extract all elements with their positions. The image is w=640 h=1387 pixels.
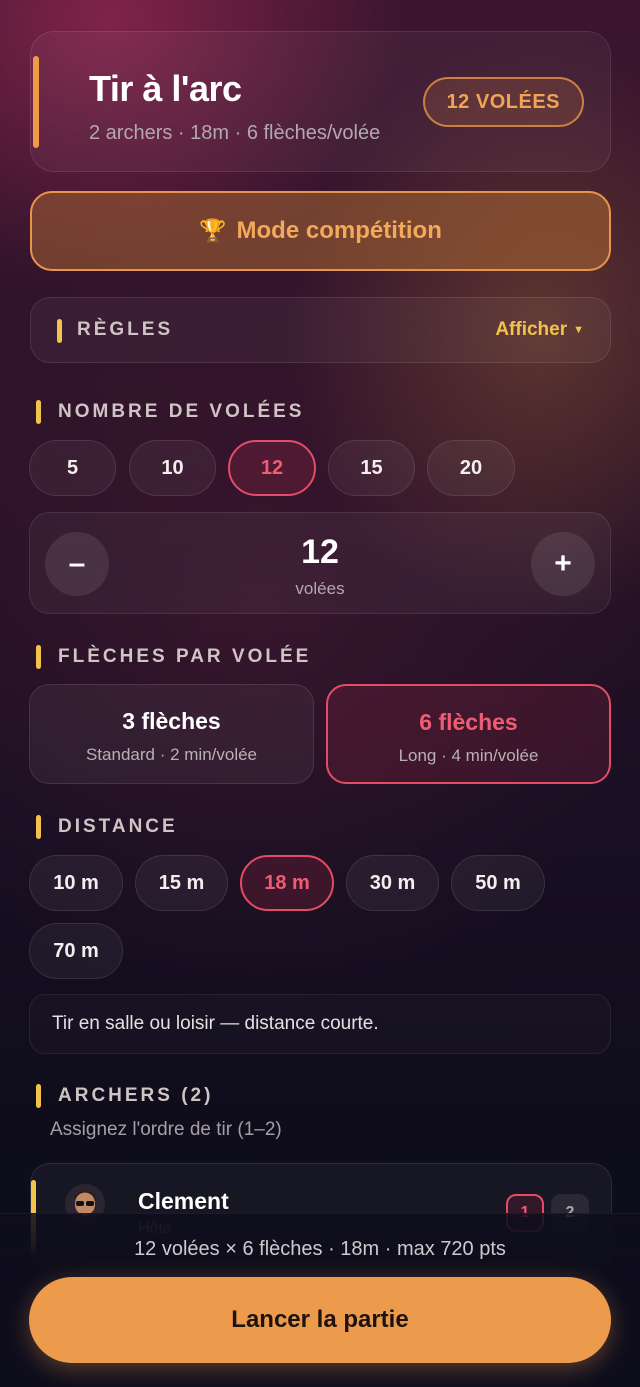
distance-option[interactable]: 50 m — [451, 855, 545, 911]
volleys-badge: 12 VOLÉES — [422, 77, 584, 127]
option-subtitle: Standard · 2 min/volée — [85, 745, 258, 764]
volley-option[interactable]: 15 — [328, 440, 415, 496]
section-header-archers: ARCHERS (2) — [36, 1084, 213, 1108]
section-title: DISTANCE — [58, 816, 178, 837]
rules-label: RÈGLES — [77, 319, 174, 340]
header-accent-bar — [33, 56, 39, 148]
game-subtitle: 2 archers · 18m · 6 flèches/volée — [89, 122, 381, 144]
trophy-icon: 🏆 — [199, 218, 227, 243]
distance-note-text: Tir en salle ou loisir — distance courte… — [52, 1013, 379, 1034]
arrows-option-3[interactable]: 3 flèches Standard · 2 min/volée — [29, 684, 314, 784]
section-header-arrows: FLÈCHES PAR VOLÉE — [36, 645, 311, 669]
launch-game-button[interactable]: Lancer la partie — [29, 1277, 611, 1363]
distance-option[interactable]: 30 m — [346, 855, 439, 911]
game-title: Tir à l'arc — [89, 68, 242, 109]
volley-option[interactable]: 10 — [129, 440, 216, 496]
section-title: ARCHERS (2) — [58, 1085, 214, 1106]
distance-option[interactable]: 70 m — [29, 923, 123, 979]
volley-stepper: – 12 volées + — [29, 512, 611, 614]
option-title: 3 flèches — [122, 708, 221, 734]
section-header-distance: DISTANCE — [36, 815, 178, 839]
section-title: NOMBRE DE VOLÉES — [58, 401, 305, 422]
rules-panel: RÈGLES Afficher ▼ — [30, 297, 611, 363]
section-accent-bar — [36, 815, 41, 839]
distance-option[interactable]: 10 m — [29, 855, 123, 911]
section-accent-bar — [36, 400, 41, 424]
option-title: 6 flèches — [419, 709, 518, 735]
caret-down-icon: ▼ — [573, 323, 584, 336]
section-title: FLÈCHES PAR VOLÉE — [58, 646, 312, 667]
increment-button[interactable]: + — [531, 532, 595, 596]
game-header-card: Tir à l'arc 2 archers · 18m · 6 flèches/… — [30, 31, 611, 172]
competition-mode-label: Mode compétition — [236, 217, 442, 244]
volley-option-selected[interactable]: 12 — [228, 440, 316, 496]
rules-toggle-label: Afficher — [495, 319, 568, 340]
volley-option[interactable]: 20 — [427, 440, 515, 496]
rules-toggle[interactable]: Afficher ▼ — [495, 319, 584, 341]
distance-option[interactable]: 15 m — [135, 855, 228, 911]
stepper-value: 12 — [301, 533, 339, 571]
option-subtitle: Long · 4 min/volée — [398, 746, 539, 765]
bottom-action-bar: 12 volées × 6 flèches · 18m · max 720 pt… — [0, 1213, 640, 1387]
stepper-unit: volées — [295, 579, 345, 598]
game-summary: 12 volées × 6 flèches · 18m · max 720 pt… — [134, 1238, 506, 1260]
competition-mode-button[interactable]: 🏆 Mode compétition — [30, 191, 611, 271]
arrows-option-6-selected[interactable]: 6 flèches Long · 4 min/volée — [326, 684, 611, 784]
distance-note: Tir en salle ou loisir — distance courte… — [29, 994, 611, 1054]
volley-option[interactable]: 5 — [29, 440, 116, 496]
archer-name: Clement — [138, 1188, 229, 1214]
section-accent-bar — [36, 645, 41, 669]
section-accent-bar — [57, 319, 62, 343]
archers-subtitle: Assignez l'ordre de tir (1–2) — [50, 1119, 282, 1140]
section-header-volleys: NOMBRE DE VOLÉES — [36, 400, 304, 424]
section-accent-bar — [36, 1084, 41, 1108]
distance-option-selected[interactable]: 18 m — [240, 855, 334, 911]
